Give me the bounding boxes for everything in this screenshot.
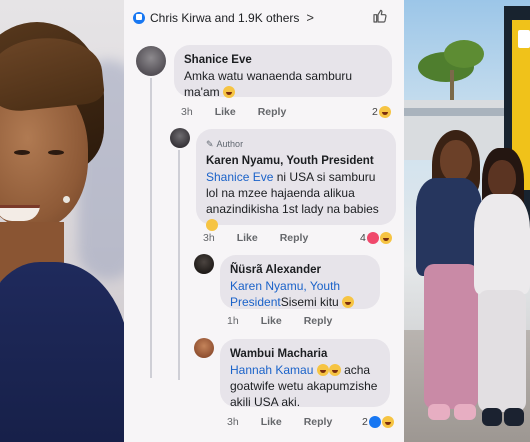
comment-actions-3: 1h Like Reply (227, 315, 332, 327)
sign-logo (518, 30, 530, 48)
comment-actions-4: 3h Like Reply (227, 416, 332, 428)
girl-shoe-left (482, 408, 502, 426)
comment-mention[interactable]: Hannah Kamau (230, 363, 313, 377)
palm-tree-foliage-2 (444, 40, 484, 68)
pencil-icon: ✎ (206, 139, 214, 149)
comment-bubble-4: Wambui Macharia Hannah Kamau acha goatwi… (220, 339, 390, 409)
comments-panel: Chris Kirwa and 1.9K others > Shanice Ev… (124, 0, 404, 442)
right-photo-mother-daughter (404, 0, 530, 442)
laughing-reaction-icon (378, 106, 391, 118)
like-button[interactable]: Like (215, 106, 236, 118)
laughing-emoji-icon (222, 86, 235, 98)
like-button[interactable]: Like (261, 416, 282, 428)
comment-author[interactable]: Ñüsrã Alexander (230, 262, 370, 278)
laughing-reaction-icon (381, 416, 394, 428)
like-button[interactable]: Like (237, 232, 258, 244)
comment-actions-2: 3h Like Reply (203, 232, 308, 244)
eye-right (48, 150, 64, 155)
girl-white-trousers (478, 290, 526, 412)
comment-actions-1: 3h Like Reply (181, 106, 286, 118)
reaction-count-number: 4 (360, 232, 366, 244)
heart-reaction-icon (366, 232, 379, 244)
comment-time: 3h (203, 232, 215, 244)
reaction-count-number: 2 (362, 416, 368, 428)
like-button[interactable]: Like (261, 315, 282, 327)
comment-author[interactable]: Karen Nyamu, Youth President (206, 153, 386, 169)
comment-bubble-3: Ñüsrã Alexander Karen Nyamu, Youth Presi… (220, 255, 380, 309)
hair-fringe (0, 32, 106, 114)
woman-face (440, 140, 472, 182)
reply-button[interactable]: Reply (304, 315, 333, 327)
laughing-emoji-icon (316, 364, 329, 376)
eye-left (14, 150, 30, 155)
chevron-right-icon: > (306, 10, 314, 25)
thumbs-up-outline-icon[interactable] (372, 8, 388, 24)
woman-pink-trousers (424, 264, 478, 409)
comment-bubble-1: Shanice Eve Amka watu wanaenda samburu m… (174, 45, 392, 99)
woman-navy-hoodie (416, 178, 482, 276)
reaction-count-number: 2 (372, 106, 378, 118)
like-reaction-icon (368, 416, 381, 428)
blue-reaction-icon (133, 11, 145, 24)
left-portrait-photo (0, 0, 124, 442)
reaction-count-1[interactable]: 2 (372, 106, 391, 118)
woman-shoe-right (454, 404, 476, 420)
reactions-text: Chris Kirwa and 1.9K others (150, 10, 300, 25)
comment-time: 3h (181, 106, 193, 118)
girl-shoe-right (504, 408, 524, 426)
comment-author[interactable]: Shanice Eve (184, 52, 382, 68)
comment-time: 3h (227, 416, 239, 428)
nested-thread-line (178, 150, 180, 380)
comment-text: Sisemi kitu (280, 295, 339, 309)
author-badge: ✎ Author (206, 136, 386, 152)
reply-button[interactable]: Reply (304, 416, 333, 428)
comment-mention[interactable]: Shanice Eve (206, 170, 273, 184)
comment-text: Amka watu wanaenda samburu ma'am (184, 69, 353, 99)
reaction-count-2[interactable]: 4 (360, 232, 392, 244)
girl-face (488, 160, 516, 198)
reply-button[interactable]: Reply (258, 106, 287, 118)
avatar-wambui-macharia[interactable] (194, 338, 214, 358)
reaction-count-4[interactable]: 2 (362, 416, 394, 428)
smiling-emoji-icon (206, 219, 218, 231)
avatar-shanice-eve[interactable] (136, 46, 166, 76)
reactions-summary[interactable]: Chris Kirwa and 1.9K others > (133, 10, 314, 25)
comment-author[interactable]: Wambui Macharia (230, 346, 380, 362)
reply-button[interactable]: Reply (280, 232, 309, 244)
laughing-reaction-icon (379, 232, 392, 244)
laughing-emoji-icon (342, 296, 355, 308)
girl-white-hoodie (474, 194, 530, 294)
woman-shoe-left (428, 404, 450, 420)
earring (63, 196, 70, 203)
laughing-emoji-icon-2 (328, 364, 341, 376)
comment-bubble-2: ✎ Author Karen Nyamu, Youth President Sh… (196, 129, 396, 231)
thread-line (150, 78, 152, 378)
avatar-nusra-alexander[interactable] (194, 254, 214, 274)
avatar-karen-nyamu[interactable] (170, 128, 190, 148)
author-badge-label: Author (216, 139, 244, 149)
navy-shirt (0, 262, 124, 442)
comment-time: 1h (227, 315, 239, 327)
